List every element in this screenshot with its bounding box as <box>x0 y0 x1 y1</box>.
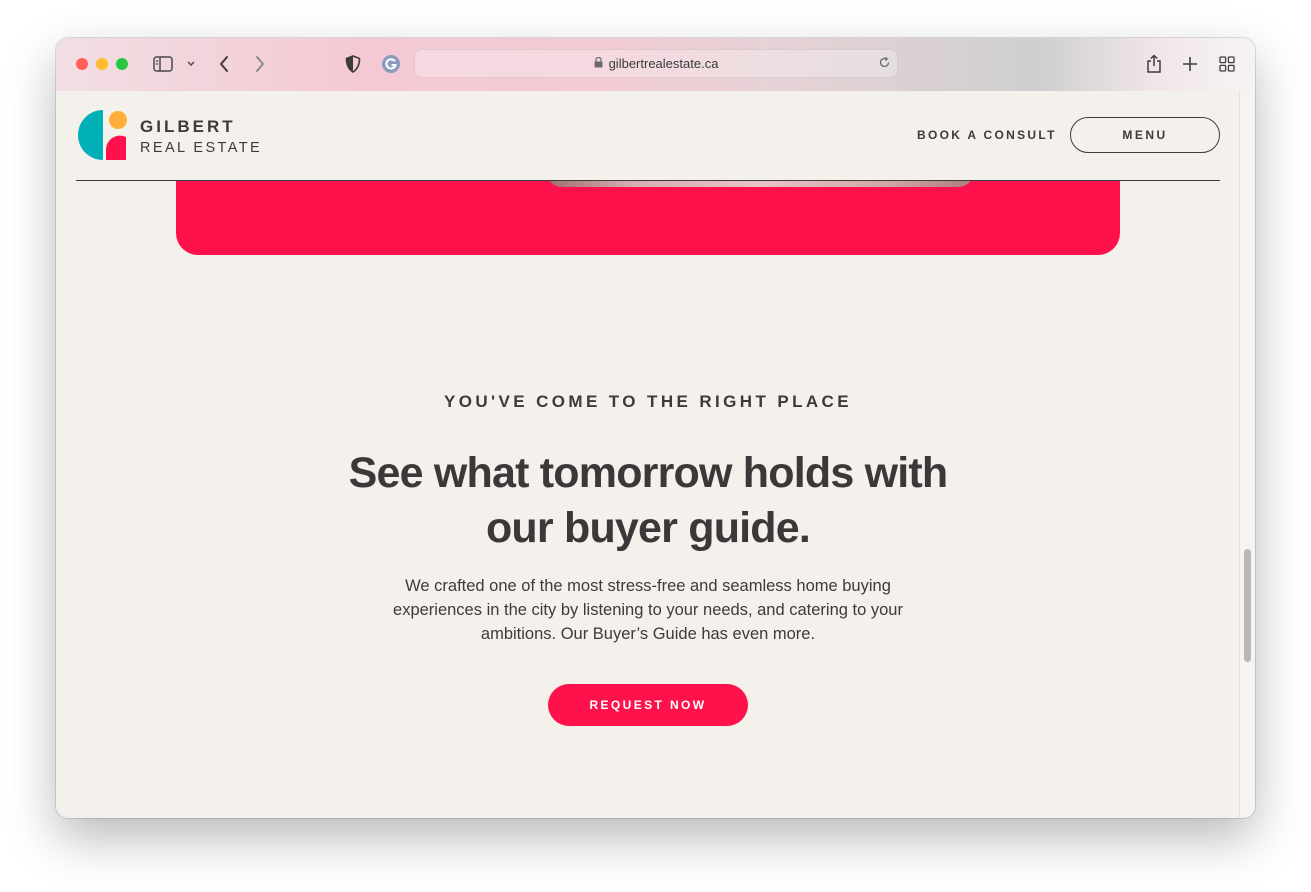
request-now-button[interactable]: REQUEST NOW <box>548 684 748 726</box>
back-arrow-icon[interactable] <box>216 53 232 75</box>
sidebar-toggle-icon[interactable] <box>152 53 174 75</box>
share-icon[interactable] <box>1144 53 1164 75</box>
menu-button[interactable]: MENU <box>1070 117 1220 153</box>
scrollbar-thumb[interactable] <box>1244 549 1251 662</box>
reload-icon[interactable] <box>878 56 891 72</box>
brand-name: GILBERT <box>140 117 236 136</box>
tab-overview-icon[interactable] <box>1217 53 1237 75</box>
brand-subtitle: REAL ESTATE <box>140 140 263 156</box>
section-headline: See what tomorrow holds with our buyer g… <box>348 449 949 552</box>
minimize-window-button[interactable] <box>96 58 108 70</box>
chevron-down-icon[interactable] <box>184 53 198 75</box>
zoom-window-button[interactable] <box>116 58 128 70</box>
address-bar[interactable]: gilbertrealestate.ca <box>414 49 898 78</box>
scrollbar-track[interactable] <box>1239 91 1255 818</box>
book-consult-link[interactable]: BOOK A CONSULT <box>917 128 1057 142</box>
browser-toolbar: gilbertrealestate.ca <box>56 38 1255 92</box>
url-text: gilbertrealestate.ca <box>608 56 719 71</box>
brand-wordmark[interactable]: GILBERT REAL ESTATE <box>140 117 262 156</box>
section-eyebrow: YOU'VE COME TO THE RIGHT PLACE <box>444 392 852 411</box>
privacy-shield-icon[interactable] <box>344 53 362 75</box>
new-tab-plus-icon[interactable] <box>1180 53 1200 75</box>
lock-icon <box>594 56 603 71</box>
close-window-button[interactable] <box>76 58 88 70</box>
browser-window: gilbertrealestate.ca GILBERT REAL ESTATE… <box>56 38 1255 818</box>
gilbert-logo-icon[interactable] <box>78 110 128 160</box>
site-header: GILBERT REAL ESTATE BOOK A CONSULT MENU <box>76 91 1220 181</box>
forward-arrow-icon[interactable] <box>252 53 268 75</box>
section-body: We crafted one of the most stress-free a… <box>393 577 903 643</box>
web-page: GILBERT REAL ESTATE BOOK A CONSULT MENU … <box>56 91 1240 818</box>
grammarly-extension-icon[interactable] <box>381 53 401 75</box>
